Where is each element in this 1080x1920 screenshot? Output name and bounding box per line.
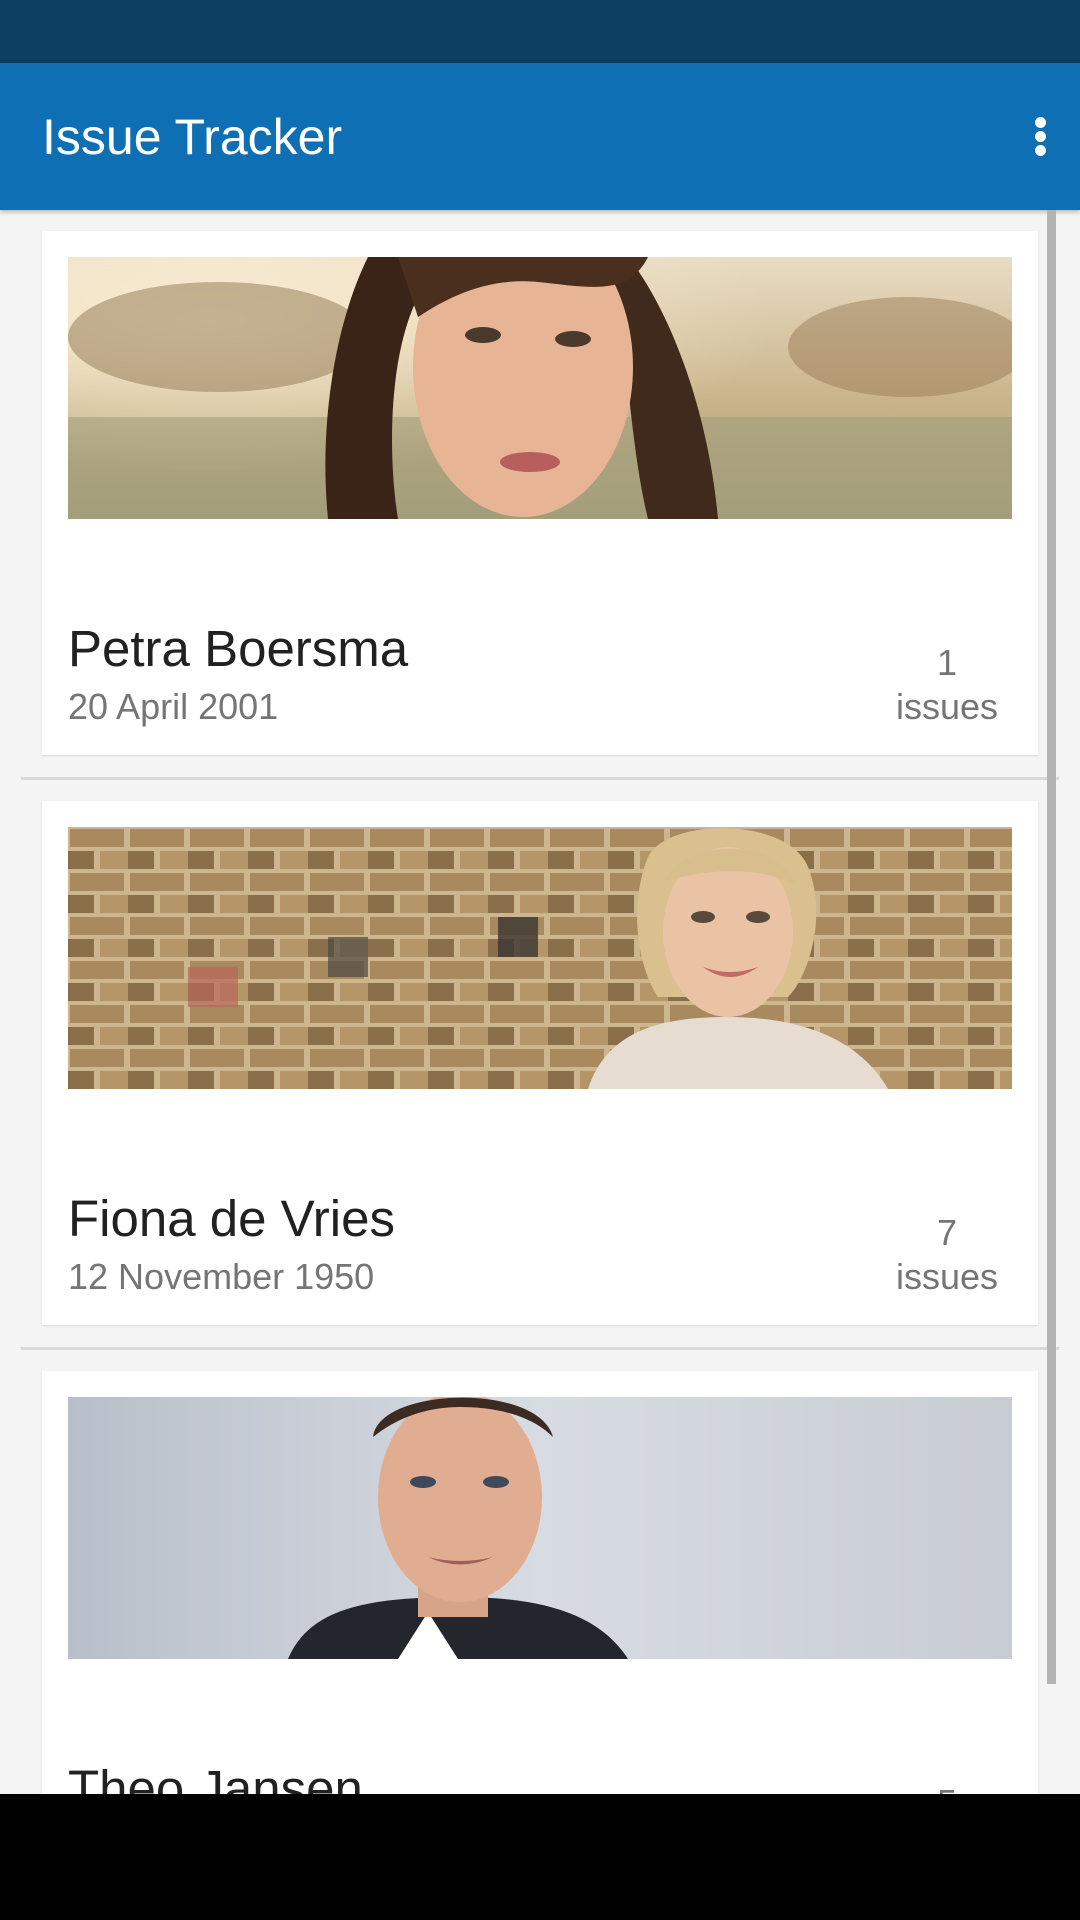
person-card[interactable]: Theo Jansen 5 issues: [42, 1371, 1038, 1794]
list-item: Theo Jansen 5 issues: [0, 1350, 1080, 1794]
app-title: Issue Tracker: [42, 109, 343, 165]
issue-count-label: issues: [895, 1256, 999, 1297]
person-name: Fiona de Vries: [68, 1190, 395, 1247]
person-photo: [68, 827, 1012, 1089]
issue-count: 1 issues: [882, 641, 1012, 729]
person-date: 20 April 2001: [68, 686, 279, 727]
person-card[interactable]: Petra Boersma 20 April 2001 1 issues: [42, 231, 1038, 755]
issue-count-value: 7: [936, 1212, 958, 1253]
issue-count-value: 1: [936, 642, 958, 683]
issue-count-value: 5: [882, 1781, 1012, 1794]
app-bar: Issue Tracker: [0, 63, 1080, 210]
issue-count: 7 issues: [882, 1211, 1012, 1299]
person-date: 12 November 1950: [68, 1256, 375, 1297]
issue-count: 5 issues: [882, 1781, 1012, 1794]
menu-dot: [1035, 117, 1046, 128]
menu-dot: [1035, 145, 1046, 156]
issue-count-label: issues: [895, 686, 999, 727]
person-photo: [68, 1397, 1012, 1659]
person-name: Theo Jansen: [68, 1760, 363, 1794]
menu-dot: [1035, 131, 1046, 142]
person-card[interactable]: Fiona de Vries 12 November 1950 7 issues: [42, 801, 1038, 1325]
navigation-bar: [0, 1794, 1080, 1920]
list-item: Petra Boersma 20 April 2001 1 issues: [0, 210, 1080, 780]
people-list[interactable]: Petra Boersma 20 April 2001 1 issues Fio…: [0, 210, 1080, 1794]
person-photo: [68, 257, 1012, 519]
list-item: Fiona de Vries 12 November 1950 7 issues: [0, 780, 1080, 1350]
status-bar: [0, 0, 1080, 63]
scrollbar[interactable]: [1047, 210, 1056, 1684]
more-vert-icon[interactable]: [950, 63, 1080, 210]
person-name: Petra Boersma: [68, 620, 409, 677]
